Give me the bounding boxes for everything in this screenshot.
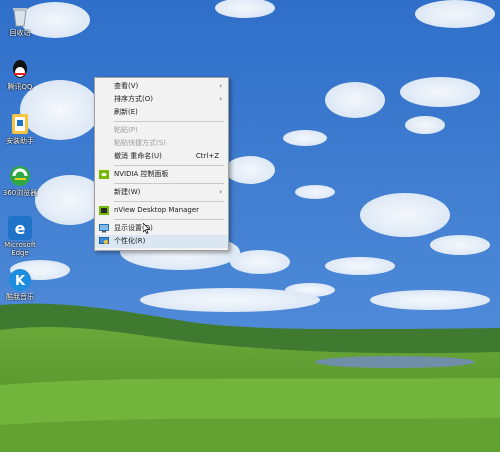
menu-separator: [114, 121, 224, 122]
menu-item-paste-shortcut: 粘贴快捷方式(S): [95, 137, 228, 150]
desktop-icon-edge[interactable]: e Microsoft Edge: [0, 216, 40, 257]
menu-item-refresh[interactable]: 刷新(E): [95, 106, 228, 119]
menu-item-new[interactable]: 新建(W) ›: [95, 186, 228, 199]
menu-item-label: 排序方式(O): [114, 95, 153, 103]
menu-item-shortcut: Ctrl+Z: [195, 152, 219, 160]
desktop-icon-recycle-bin[interactable]: 回收站: [0, 4, 40, 37]
display-settings-icon: [99, 224, 109, 233]
desktop-icon-label: 回收站: [9, 29, 31, 37]
menu-item-display-settings[interactable]: 显示设置(D): [95, 222, 228, 235]
wallpaper-landscape: [0, 0, 500, 452]
personalize-icon: [99, 237, 109, 246]
recycle-bin-icon: [8, 4, 32, 28]
menu-separator: [114, 183, 224, 184]
nview-icon: [99, 206, 109, 215]
menu-item-label: 撤消 重命名(U): [114, 152, 162, 160]
menu-item-label: 查看(V): [114, 82, 139, 90]
menu-item-label: nView Desktop Manager: [114, 206, 200, 214]
desktop-icon-label: Microsoft Edge: [4, 241, 36, 257]
menu-item-nview-desktop-manager[interactable]: nView Desktop Manager: [95, 204, 228, 217]
desktop-icon-label: 360浏览器: [2, 189, 38, 197]
menu-separator: [114, 165, 224, 166]
menu-separator: [114, 219, 224, 220]
qq-icon: [8, 58, 32, 82]
desktop-icon-label: 腾讯QQ: [7, 83, 33, 91]
menu-item-sort-by[interactable]: 排序方式(O) ›: [95, 93, 228, 106]
menu-item-personalize[interactable]: 个性化(R): [95, 235, 228, 248]
mouse-pointer-icon: [143, 223, 151, 234]
menu-separator: [114, 201, 224, 202]
desktop-icon-label: 酷我音乐: [6, 293, 34, 301]
menu-item-view[interactable]: 查看(V) ›: [95, 80, 228, 93]
svg-text:K: K: [15, 274, 26, 289]
edge-icon: e: [8, 216, 32, 240]
menu-item-paste: 粘贴(P): [95, 124, 228, 137]
settings-app-icon: [8, 112, 32, 136]
menu-item-label: 刷新(E): [114, 108, 138, 116]
menu-item-label: 个性化(R): [114, 237, 146, 245]
nvidia-icon: [99, 170, 109, 179]
menu-item-label: NVIDIA 控制面板: [114, 170, 169, 178]
desktop-context-menu: 查看(V) › 排序方式(O) › 刷新(E) 粘贴(P) 粘贴快捷方式(S) …: [94, 77, 229, 251]
desktop-icon-360-browser[interactable]: 360浏览器: [0, 164, 40, 197]
menu-item-label: 粘贴(P): [114, 126, 138, 134]
menu-item-undo-rename[interactable]: 撤消 重命名(U) Ctrl+Z: [95, 150, 228, 163]
desktop-icon-kuwo[interactable]: K 酷我音乐: [0, 268, 40, 301]
desktop-icon-label: 安装助手: [6, 137, 34, 145]
desktop-icon-qq[interactable]: 腾讯QQ: [0, 58, 40, 91]
chevron-right-icon: ›: [219, 188, 222, 196]
chevron-right-icon: ›: [219, 82, 222, 90]
browser-360-icon: [8, 164, 32, 188]
desktop-wallpaper[interactable]: [0, 0, 500, 452]
menu-item-label: 粘贴快捷方式(S): [114, 139, 166, 147]
desktop-icon-setup[interactable]: 安装助手: [0, 112, 40, 145]
k-app-icon: K: [8, 268, 32, 292]
svg-text:e: e: [15, 219, 26, 238]
chevron-right-icon: ›: [219, 95, 222, 103]
menu-item-label: 新建(W): [114, 188, 141, 196]
menu-item-nvidia-control-panel[interactable]: NVIDIA 控制面板: [95, 168, 228, 181]
